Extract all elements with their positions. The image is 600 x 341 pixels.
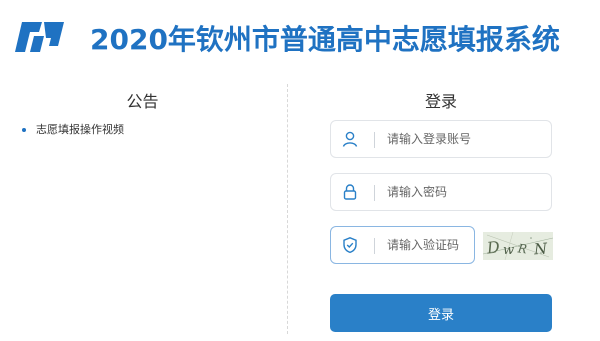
notice-panel: 公告 志愿填报操作视频 — [0, 80, 285, 340]
login-panel: 登录 D — [290, 80, 600, 341]
bullet-icon — [22, 128, 26, 132]
svg-text:D: D — [485, 237, 501, 257]
notice-heading: 公告 — [126, 92, 159, 111]
lock-icon — [343, 184, 357, 200]
login-button[interactable]: 登录 — [330, 294, 552, 332]
captcha-image[interactable]: D w R N — [483, 232, 553, 260]
username-input[interactable] — [387, 129, 537, 149]
svg-text:w: w — [503, 243, 514, 258]
username-field — [330, 120, 552, 158]
svg-text:R: R — [516, 241, 528, 256]
logo — [15, 22, 64, 52]
password-field — [330, 173, 552, 211]
captcha-field — [330, 226, 475, 264]
shield-icon — [343, 237, 357, 254]
header: 2020年钦州市普通高中志愿填报系统 — [0, 0, 600, 70]
captcha-input[interactable] — [387, 235, 467, 255]
notice-list: 志愿填报操作视频 — [22, 122, 124, 138]
page-title: 2020年钦州市普通高中志愿填报系统 — [90, 23, 560, 56]
field-separator — [374, 132, 375, 148]
notice-item-label: 志愿填报操作视频 — [36, 123, 124, 136]
user-icon — [342, 131, 358, 147]
field-separator — [374, 238, 375, 254]
login-heading: 登录 — [424, 92, 457, 111]
field-separator — [374, 185, 375, 201]
captcha-picture: D w R N — [483, 232, 553, 260]
panel-divider — [287, 84, 288, 334]
password-input[interactable] — [387, 182, 537, 202]
svg-text:N: N — [532, 239, 548, 258]
notice-item-video[interactable]: 志愿填报操作视频 — [22, 122, 124, 138]
